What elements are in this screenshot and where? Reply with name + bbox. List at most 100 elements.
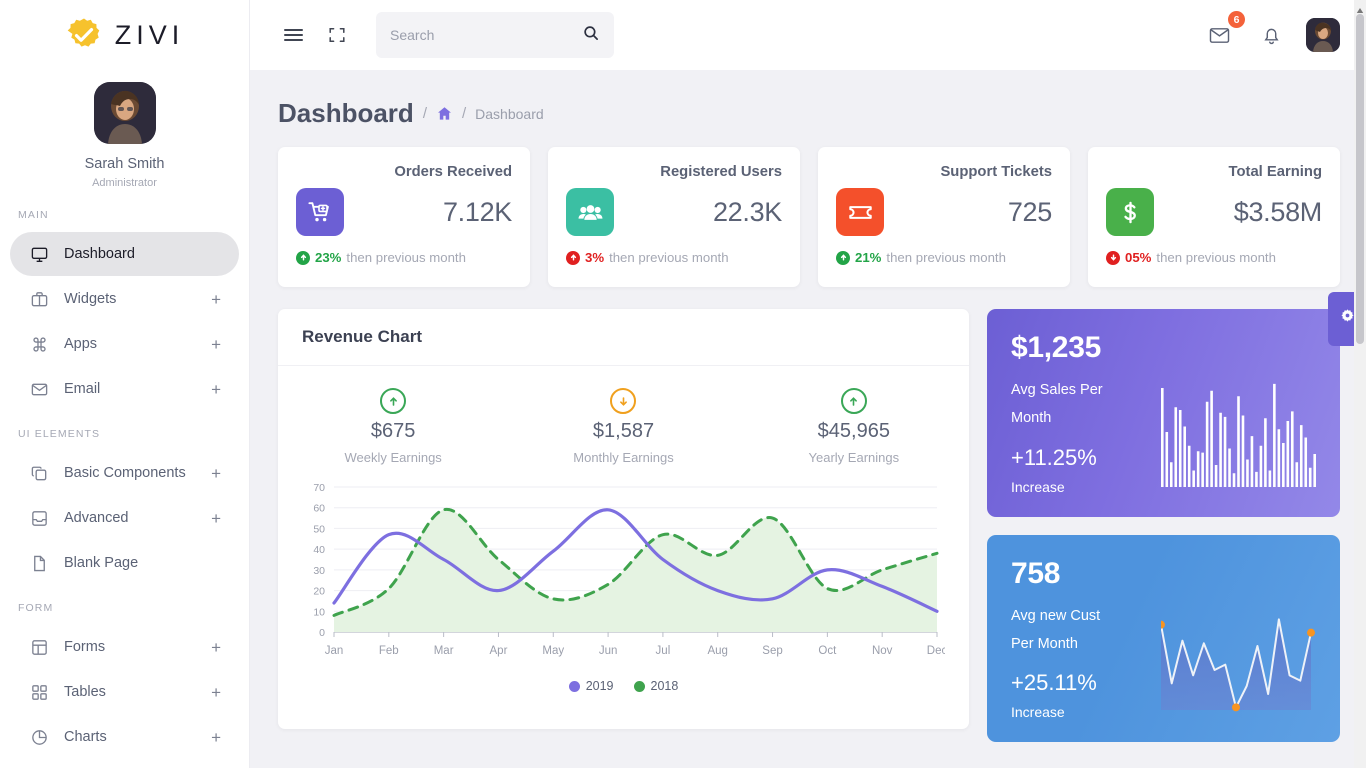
stat-footer: 3% then previous month [566, 250, 782, 265]
breadcrumb-separator: / [461, 105, 467, 122]
svg-text:Oct: Oct [818, 645, 837, 657]
legend-dot [633, 680, 645, 692]
svg-text:Nov: Nov [872, 645, 893, 657]
svg-text:0: 0 [319, 627, 325, 639]
trend-down-icon [610, 388, 637, 414]
svg-text:70: 70 [313, 482, 325, 494]
sidebar-item-label: Blank Page [64, 555, 139, 571]
sidebar-item-label: Charts [64, 729, 107, 745]
sidebar-item-tables[interactable]: Tables + [10, 670, 239, 714]
svg-text:Jul: Jul [656, 645, 671, 657]
svg-text:Mar: Mar [434, 645, 454, 657]
widget-value: 758 [1011, 556, 1061, 590]
expand-icon[interactable]: + [211, 465, 221, 482]
svg-text:10: 10 [313, 606, 325, 618]
search-icon[interactable] [582, 24, 600, 47]
avatar[interactable] [1306, 18, 1340, 52]
sidebar-profile: Sarah Smith Administrator [0, 70, 249, 193]
command-icon [28, 333, 50, 355]
stat-title: Registered Users [660, 164, 782, 180]
earning-yearly: $45,965 Yearly Earnings [739, 388, 969, 465]
stat-value: $3.58M [1233, 196, 1323, 227]
earning-label: Monthly Earnings [573, 450, 674, 465]
sidebar-item-label: Widgets [64, 291, 117, 307]
hamburger-icon[interactable] [276, 18, 310, 52]
stat-title: Support Tickets [940, 164, 1052, 180]
brand[interactable]: ZIVI [0, 0, 249, 70]
shopping-cart-plus-icon [296, 188, 344, 236]
stat-card-total-earning[interactable]: Total Earning $3.58M 05% then previous m… [1088, 147, 1340, 287]
widget-text: $1,235 Avg Sales Per Month +11.25% Incre… [1011, 331, 1161, 495]
scrollbar-thumb[interactable] [1356, 14, 1364, 344]
sidebar-item-label: Forms [64, 639, 106, 655]
expand-icon[interactable]: + [211, 684, 221, 701]
sidebar-item-label: Tables [64, 684, 106, 700]
page-scrollbar[interactable] [1354, 0, 1366, 768]
svg-text:50: 50 [313, 523, 325, 535]
app-root: ZIVI Sarah Smith Administrator MAIN Dash… [0, 0, 1366, 768]
avatar[interactable] [93, 82, 156, 144]
svg-text:20: 20 [313, 586, 325, 598]
widget-avg-sales[interactable]: $1,235 Avg Sales Per Month +11.25% Incre… [987, 309, 1340, 517]
inbox-icon [28, 507, 50, 529]
file-icon [28, 552, 50, 574]
line-sparkline-chart [1161, 557, 1316, 721]
stat-cards: Orders Received 7.12K 23% then previous … [278, 147, 1340, 287]
trend-up-icon [296, 250, 310, 265]
briefcase-icon [28, 288, 50, 310]
expand-icon[interactable]: + [211, 336, 221, 353]
nav-section-form: FORM [18, 602, 54, 614]
gear-check-logo-icon [65, 16, 103, 54]
widget-subtitle: Avg new Cust Per Month [1011, 602, 1161, 659]
copy-icon [28, 462, 50, 484]
scroll-up-arrow[interactable] [1356, 2, 1364, 13]
expand-icon[interactable]: + [211, 510, 221, 527]
expand-icon[interactable]: + [211, 639, 221, 656]
widget-avg-new-cust[interactable]: 758 Avg new Cust Per Month +25.11% Incre… [987, 534, 1340, 743]
revenue-title: Revenue Chart [302, 327, 422, 346]
expand-icon[interactable]: + [211, 291, 221, 308]
legend-item-2019[interactable]: 2019 [568, 679, 614, 693]
stat-card-orders-received[interactable]: Orders Received 7.12K 23% then previous … [278, 147, 530, 287]
trend-up-icon [566, 250, 580, 265]
home-icon[interactable] [436, 105, 453, 122]
stat-card-registered-users[interactable]: Registered Users 22.3K 3% then previous … [548, 147, 800, 287]
earning-monthly: $1,587 Monthly Earnings [508, 388, 738, 465]
layout-icon [28, 636, 50, 658]
legend-dot [568, 680, 580, 692]
search-input[interactable] [390, 27, 582, 43]
search-box[interactable] [376, 12, 614, 58]
fullscreen-icon[interactable] [320, 18, 354, 52]
expand-icon[interactable]: + [211, 729, 221, 746]
sidebar-item-email[interactable]: Email + [10, 367, 239, 411]
sidebar-item-charts[interactable]: Charts + [10, 715, 239, 759]
earnings-summary: $675 Weekly Earnings $1,587 Monthly Earn… [278, 366, 969, 473]
stat-percent: 05% [1125, 250, 1152, 265]
svg-text:40: 40 [313, 544, 325, 556]
legend-item-2018[interactable]: 2018 [633, 679, 678, 693]
stat-card-support-tickets[interactable]: Support Tickets 725 21% then previous mo… [818, 147, 1070, 287]
bell-icon[interactable] [1254, 18, 1288, 52]
grid-icon [28, 681, 50, 703]
sidebar-item-label: Email [64, 381, 101, 397]
revenue-header: Revenue Chart [278, 309, 969, 366]
dollar-icon [1106, 188, 1154, 236]
expand-icon[interactable]: + [211, 381, 221, 398]
sidebar-item-forms[interactable]: Forms + [10, 625, 239, 669]
sidebar-item-label: Apps [64, 336, 98, 352]
sidebar-item-widgets[interactable]: Widgets + [10, 277, 239, 321]
widget-subtitle-line2: Per Month [1011, 635, 1078, 652]
sidebar-item-advanced[interactable]: Advanced + [10, 496, 239, 540]
stat-title: Total Earning [1228, 164, 1322, 180]
lower-row: Revenue Chart $675 Weekly Earnings $1,58… [278, 309, 1340, 743]
widget-percent: +25.11% [1011, 670, 1097, 696]
breadcrumb-current[interactable]: Dashboard [475, 106, 544, 122]
sidebar-item-blank-page[interactable]: Blank Page [10, 541, 239, 585]
sidebar-item-dashboard[interactable]: Dashboard [10, 232, 239, 276]
sidebar-item-apps[interactable]: Apps + [10, 322, 239, 366]
brand-name: ZIVI [114, 19, 185, 50]
svg-text:Apr: Apr [490, 645, 508, 657]
sidebar-item-basic-components[interactable]: Basic Components + [10, 451, 239, 495]
messages-button[interactable]: 6 [1202, 11, 1245, 52]
widget-subtitle: Avg Sales Per Month [1011, 376, 1161, 433]
